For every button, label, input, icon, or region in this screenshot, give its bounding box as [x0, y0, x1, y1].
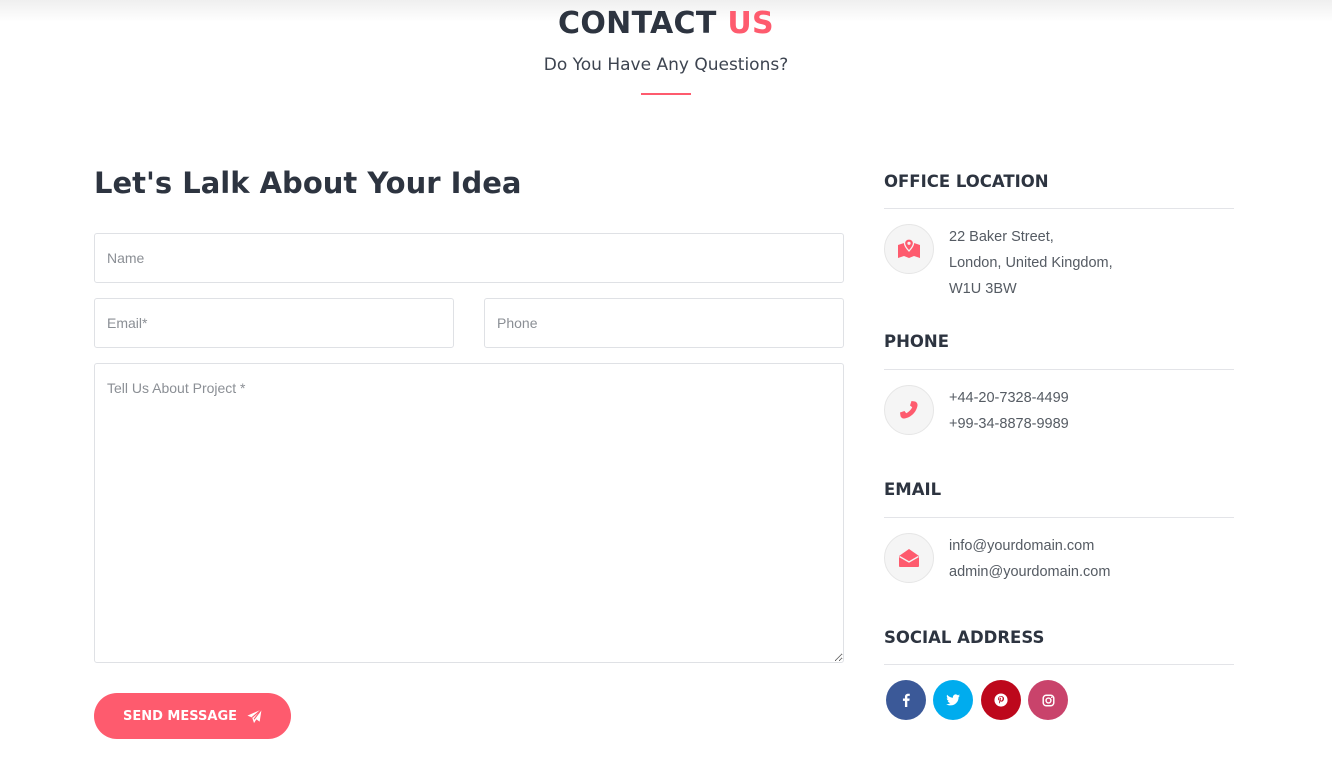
section-subtitle: Do You Have Any Questions?: [543, 55, 789, 75]
email-title: EMAIL: [884, 480, 942, 499]
phone-icon-circle: [884, 385, 934, 435]
send-message-label: SEND MESSAGE: [122, 708, 237, 724]
office-address-line: London, United Kingdom,: [949, 255, 1113, 271]
instagram-icon: [1041, 693, 1055, 707]
map-marker-icon: [898, 238, 920, 258]
name-input[interactable]: [94, 233, 844, 283]
send-message-button[interactable]: SEND MESSAGE: [94, 693, 291, 739]
phone-number: +99-34-8878-9989: [949, 416, 1069, 432]
phone-icon: [900, 401, 918, 419]
pinterest-icon: [994, 693, 1008, 707]
email-icon-circle: [884, 533, 934, 583]
social-divider: [884, 664, 1234, 665]
office-address-line: W1U 3BW: [949, 281, 1017, 297]
section-title-accent: US: [727, 6, 774, 41]
office-location-title: OFFICE LOCATION: [884, 172, 1049, 191]
phone-number: +44-20-7328-4499: [949, 390, 1069, 406]
phone-divider: [884, 369, 1234, 370]
section-title: CONTACT US: [0, 6, 1332, 41]
twitter-link[interactable]: [933, 680, 973, 720]
paper-plane-icon: [247, 708, 262, 723]
email-address: admin@yourdomain.com: [949, 564, 1111, 580]
envelope-icon: [899, 549, 919, 567]
phone-title: PHONE: [884, 332, 950, 351]
twitter-icon: [946, 694, 960, 706]
email-address: info@yourdomain.com: [949, 538, 1095, 554]
facebook-icon: [902, 693, 910, 707]
section-divider: [641, 93, 691, 95]
instagram-link[interactable]: [1028, 680, 1068, 720]
phone-numbers: +44-20-7328-4499 +99-34-8878-9989: [949, 385, 1069, 437]
section-title-main: CONTACT: [558, 6, 717, 41]
phone-input[interactable]: [484, 298, 844, 348]
project-message-textarea[interactable]: [94, 363, 844, 663]
email-divider: [884, 517, 1234, 518]
pinterest-link[interactable]: [981, 680, 1021, 720]
form-title: Let's Lalk About Your Idea: [94, 166, 522, 200]
office-location-divider: [884, 208, 1234, 209]
office-icon-circle: [884, 224, 934, 274]
social-address-title: SOCIAL ADDRESS: [884, 628, 1045, 647]
office-address: 22 Baker Street, London, United Kingdom,…: [949, 224, 1113, 302]
email-addresses: info@yourdomain.com admin@yourdomain.com: [949, 533, 1110, 585]
facebook-link[interactable]: [886, 680, 926, 720]
office-address-line: 22 Baker Street,: [949, 229, 1054, 245]
email-input[interactable]: [94, 298, 454, 348]
section-header: CONTACT US Do You Have Any Questions?: [0, 6, 1332, 95]
